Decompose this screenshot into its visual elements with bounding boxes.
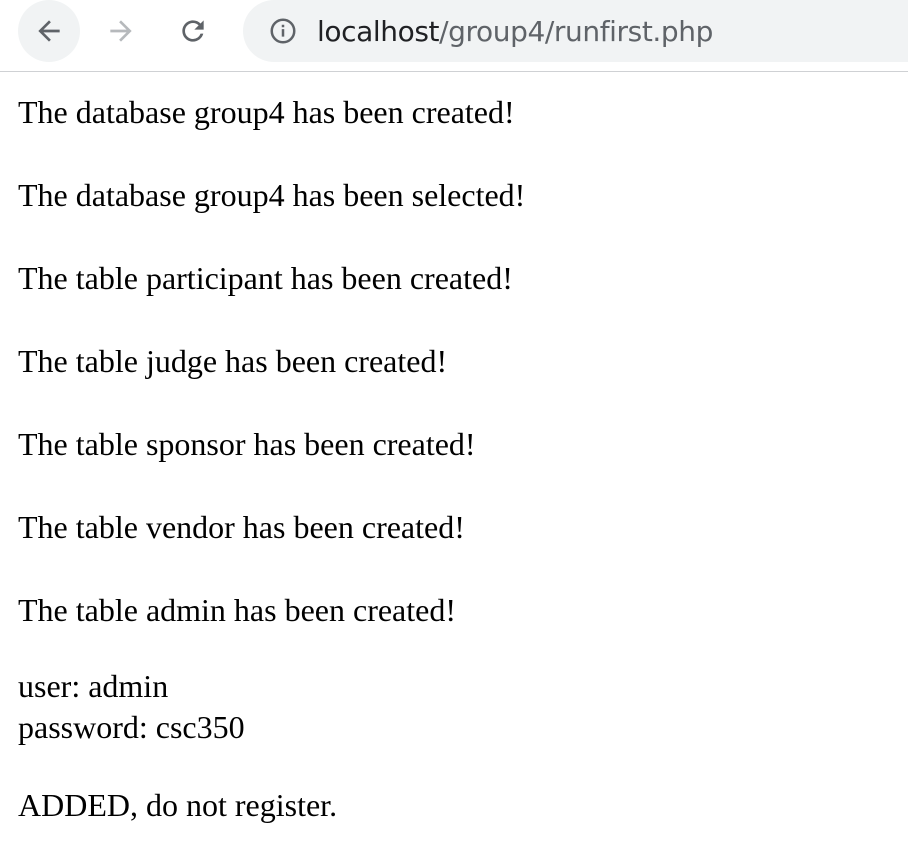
password-line: password: csc350	[18, 709, 245, 745]
status-message: The table sponsor has been created!	[18, 426, 476, 462]
url-text[interactable]: localhost/group4/runfirst.php	[317, 15, 713, 48]
forward-arrow-icon	[110, 20, 132, 42]
forward-button[interactable]	[90, 0, 152, 62]
user-line: user: admin	[18, 668, 169, 704]
reload-button[interactable]	[162, 0, 224, 62]
back-button[interactable]	[18, 0, 80, 62]
status-message: The database group4 has been selected!	[18, 177, 526, 213]
final-message: ADDED, do not register.	[18, 787, 338, 823]
reload-icon	[182, 20, 204, 42]
status-message: The database group4 has been created!	[18, 94, 515, 130]
browser-toolbar: localhost/group4/runfirst.php	[0, 0, 908, 72]
page-content: The database group4 has been created! Th…	[18, 88, 898, 864]
url-host: localhost	[317, 14, 440, 48]
info-icon[interactable]	[267, 15, 299, 47]
status-message: The table admin has been created!	[18, 592, 456, 628]
status-message: The table judge has been created!	[18, 343, 448, 379]
status-message: The table participant has been created!	[18, 260, 513, 296]
info-icon-glyph	[270, 18, 296, 44]
credentials-block: user: admin password: csc350	[18, 666, 898, 748]
url-path: /group4/runfirst.php	[439, 14, 714, 48]
back-arrow-icon	[38, 20, 60, 42]
address-bar[interactable]: localhost/group4/runfirst.php	[243, 0, 908, 62]
status-message: The table vendor has been created!	[18, 509, 465, 545]
